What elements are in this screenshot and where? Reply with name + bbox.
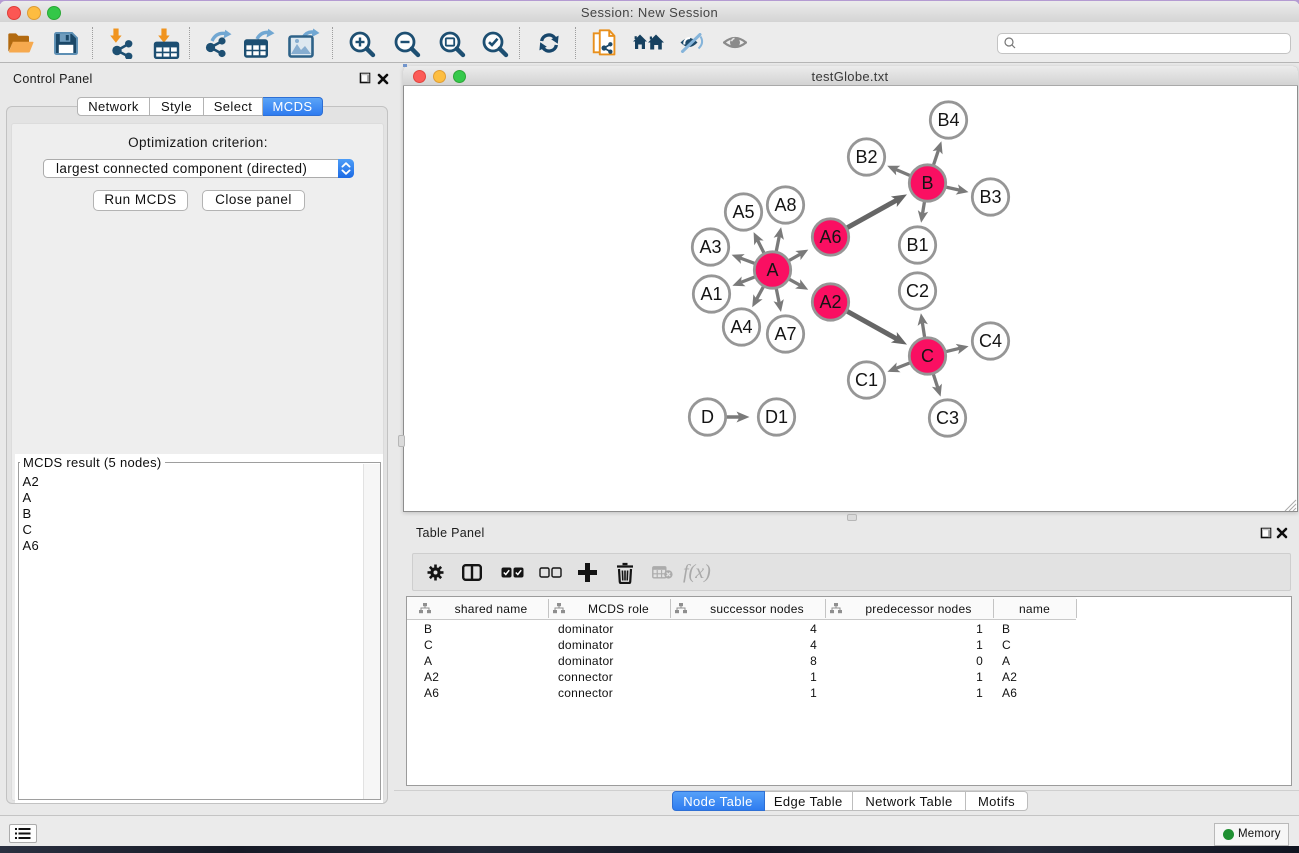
svg-text:B2: B2 (855, 147, 877, 167)
svg-text:A7: A7 (774, 324, 796, 344)
svg-text:A: A (766, 260, 778, 280)
svg-text:B: B (921, 173, 933, 193)
svg-text:A2: A2 (819, 292, 841, 312)
svg-text:D1: D1 (764, 407, 787, 427)
svg-text:D: D (701, 407, 714, 427)
svg-text:A5: A5 (732, 202, 754, 222)
svg-text:C4: C4 (978, 331, 1001, 351)
svg-text:C: C (921, 346, 934, 366)
svg-text:A6: A6 (819, 227, 841, 247)
svg-text:A8: A8 (774, 195, 796, 215)
svg-text:B4: B4 (937, 110, 959, 130)
svg-text:C1: C1 (854, 370, 877, 390)
svg-text:B1: B1 (906, 235, 928, 255)
svg-text:A4: A4 (730, 317, 752, 337)
svg-text:A1: A1 (700, 284, 722, 304)
svg-text:A3: A3 (699, 237, 721, 257)
svg-text:C2: C2 (905, 281, 928, 301)
svg-text:C3: C3 (935, 408, 958, 428)
svg-text:B3: B3 (979, 187, 1001, 207)
